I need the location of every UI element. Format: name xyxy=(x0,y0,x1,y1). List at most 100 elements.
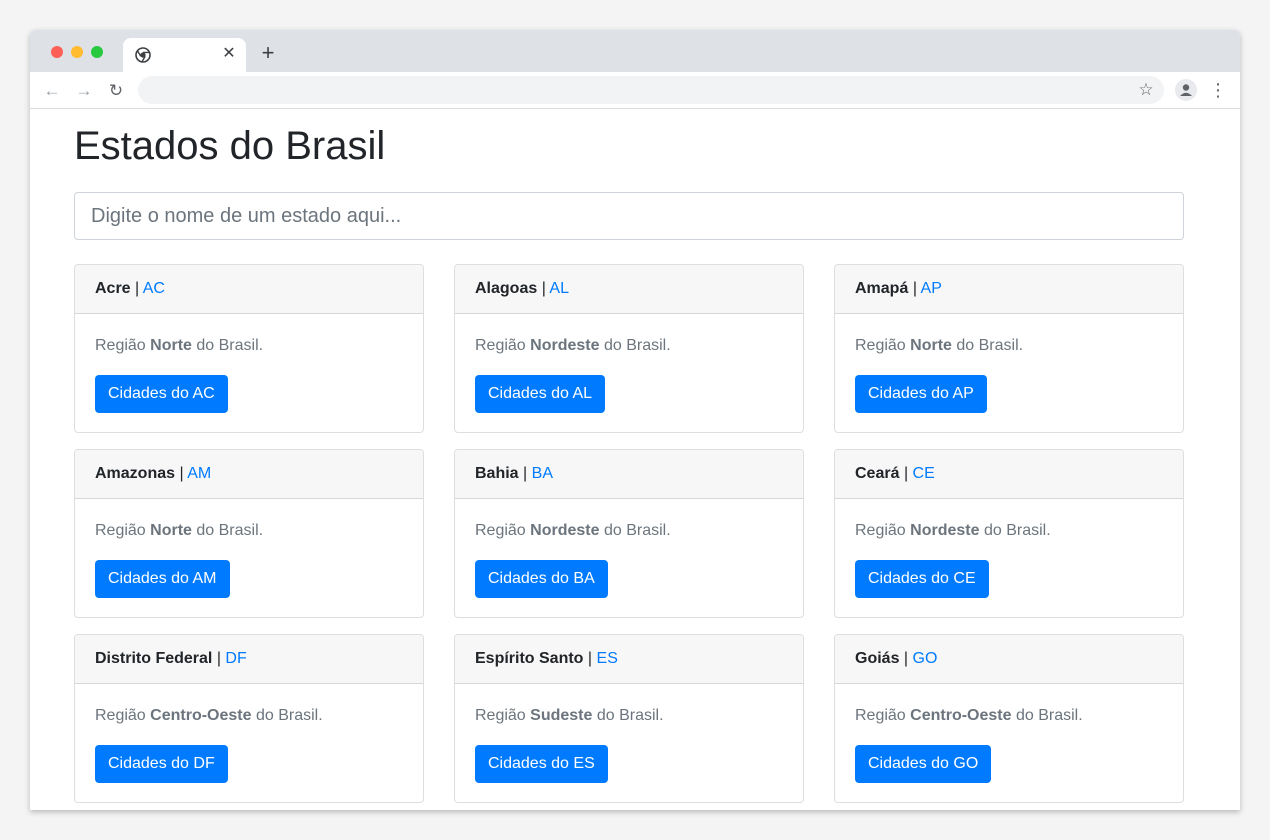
browser-menu-button[interactable]: ⋮ xyxy=(1208,79,1228,101)
region-name: Norte xyxy=(150,337,192,354)
region-prefix: Região xyxy=(855,522,906,539)
region-name: Centro-Oeste xyxy=(150,707,252,724)
separator: | xyxy=(587,650,593,667)
cities-button[interactable]: Cidades do GO xyxy=(855,745,992,783)
state-name: Acre xyxy=(95,280,131,297)
page-content: Estados do Brasil Acre | AC Região Norte … xyxy=(30,110,1240,810)
region-name: Nordeste xyxy=(530,522,600,539)
card-header: Ceará | CE xyxy=(835,450,1183,499)
state-card-es: Espírito Santo | ES Região Sudeste do Bra… xyxy=(454,634,804,803)
bookmark-star-icon[interactable]: ☆ xyxy=(1135,79,1157,101)
state-name: Amazonas xyxy=(95,465,176,482)
separator: | xyxy=(912,280,917,297)
profile-avatar-button[interactable] xyxy=(1175,79,1197,101)
separator: | xyxy=(903,650,909,667)
card-header: Amapá | AP xyxy=(835,265,1183,314)
state-search-input[interactable] xyxy=(74,192,1184,240)
state-name: Amapá xyxy=(855,280,909,297)
state-abbreviation: DF xyxy=(225,650,247,667)
cities-button[interactable]: Cidades do ES xyxy=(475,745,608,783)
state-card-go: Goiás | GO Região Centro-Oeste do Brasil.… xyxy=(834,634,1184,803)
person-icon xyxy=(1180,84,1192,96)
region-text: Região Norte do Brasil. xyxy=(95,521,403,541)
region-suffix: do Brasil. xyxy=(603,522,671,539)
minimize-window-button[interactable] xyxy=(71,46,83,58)
separator: | xyxy=(135,280,140,297)
close-window-button[interactable] xyxy=(51,46,63,58)
cities-button[interactable]: Cidades do DF xyxy=(95,745,228,783)
state-abbreviation: AM xyxy=(187,465,212,482)
card-header: Amazonas | AM xyxy=(75,450,423,499)
region-text: Região Centro-Oeste do Brasil. xyxy=(855,706,1163,726)
card-header: Distrito Federal | DF xyxy=(75,635,423,684)
state-card-df: Distrito Federal | DF Região Centro-Oeste… xyxy=(74,634,424,803)
region-prefix: Região xyxy=(475,707,526,724)
state-card-al: Alagoas | AL Região Nordeste do Brasil. Ci… xyxy=(454,264,804,433)
state-card-ce: Ceará | CE Região Nordeste do Brasil. Cida… xyxy=(834,449,1184,618)
separator: | xyxy=(903,465,909,482)
region-text: Região Nordeste do Brasil. xyxy=(855,521,1163,541)
tab-strip: ✕ + xyxy=(30,30,1240,72)
browser-toolbar: ← → ↻ ☆ ⋮ xyxy=(30,72,1240,109)
close-tab-icon[interactable]: ✕ xyxy=(220,45,238,63)
region-prefix: Região xyxy=(95,522,146,539)
card-header: Bahia | BA xyxy=(455,450,803,499)
region-text: Região Centro-Oeste do Brasil. xyxy=(95,706,403,726)
region-text: Região Norte do Brasil. xyxy=(855,336,1163,356)
region-name: Nordeste xyxy=(910,522,980,539)
region-suffix: do Brasil. xyxy=(596,707,664,724)
new-tab-button[interactable]: + xyxy=(257,42,279,65)
state-name: Goiás xyxy=(855,650,900,667)
state-name: Bahia xyxy=(475,465,519,482)
state-abbreviation: AC xyxy=(142,280,165,297)
state-abbreviation: BA xyxy=(531,465,553,482)
region-prefix: Região xyxy=(855,337,906,354)
state-card-am: Amazonas | AM Região Norte do Brasil. Cida… xyxy=(74,449,424,618)
region-name: Sudeste xyxy=(530,707,593,724)
card-body: Região Sudeste do Brasil. Cidades do ES xyxy=(455,706,803,783)
cities-button[interactable]: Cidades do AL xyxy=(475,375,606,413)
back-button[interactable]: ← xyxy=(40,79,64,103)
cities-button[interactable]: Cidades do BA xyxy=(475,560,608,598)
card-body: Região Centro-Oeste do Brasil. Cidades do… xyxy=(835,706,1183,783)
state-abbreviation: ES xyxy=(596,650,618,667)
cities-button[interactable]: Cidades do AC xyxy=(95,375,228,413)
state-name: Ceará xyxy=(855,465,900,482)
card-body: Região Norte do Brasil. Cidades do AC xyxy=(75,336,423,413)
region-name: Norte xyxy=(150,522,192,539)
state-name: Distrito Federal xyxy=(95,650,213,667)
region-suffix: do Brasil. xyxy=(255,707,323,724)
card-header: Espírito Santo | ES xyxy=(455,635,803,684)
address-bar[interactable] xyxy=(138,76,1164,104)
region-name: Nordeste xyxy=(530,337,600,354)
region-suffix: do Brasil. xyxy=(603,337,671,354)
state-abbreviation: GO xyxy=(912,650,938,667)
cities-button[interactable]: Cidades do CE xyxy=(855,560,989,598)
card-header: Alagoas | AL xyxy=(455,265,803,314)
state-card-ba: Bahia | BA Região Nordeste do Brasil. Cida… xyxy=(454,449,804,618)
state-abbreviation: AP xyxy=(920,280,942,297)
reload-button[interactable]: ↻ xyxy=(104,79,128,103)
region-prefix: Região xyxy=(95,707,146,724)
forward-button[interactable]: → xyxy=(72,79,96,103)
region-name: Norte xyxy=(910,337,952,354)
state-name: Alagoas xyxy=(475,280,538,297)
maximize-window-button[interactable] xyxy=(91,46,103,58)
state-abbreviation: CE xyxy=(912,465,935,482)
chrome-icon xyxy=(135,47,151,63)
cities-button[interactable]: Cidades do AM xyxy=(95,560,230,598)
region-suffix: do Brasil. xyxy=(1015,707,1083,724)
region-prefix: Região xyxy=(95,337,146,354)
separator: | xyxy=(523,465,528,482)
separator: | xyxy=(216,650,221,667)
card-body: Região Norte do Brasil. Cidades do AM xyxy=(75,521,423,598)
cities-button[interactable]: Cidades do AP xyxy=(855,375,987,413)
page-title: Estados do Brasil xyxy=(74,124,386,168)
region-suffix: do Brasil. xyxy=(196,337,264,354)
region-name: Centro-Oeste xyxy=(910,707,1012,724)
browser-tab[interactable]: ✕ xyxy=(123,38,246,72)
region-prefix: Região xyxy=(855,707,906,724)
card-header: Acre | AC xyxy=(75,265,423,314)
state-name: Espírito Santo xyxy=(475,650,584,667)
state-card-ac: Acre | AC Região Norte do Brasil. Cidades … xyxy=(74,264,424,433)
